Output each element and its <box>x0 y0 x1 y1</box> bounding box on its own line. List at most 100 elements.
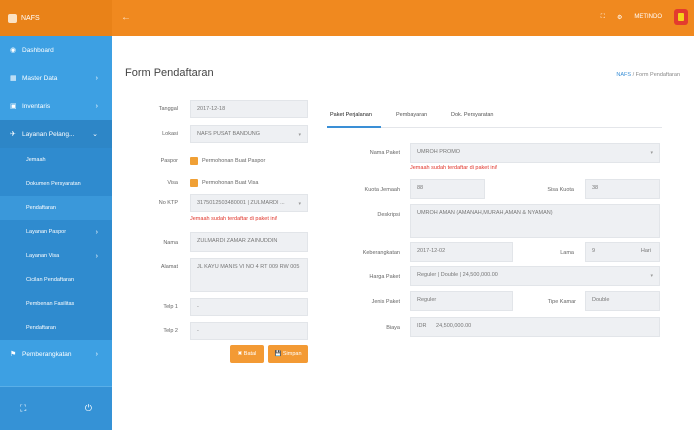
biaya-value: 24,500,000.00 <box>436 323 472 329</box>
harga-paket-label: Harga Paket <box>369 274 400 280</box>
paket-error-text: Jemaah sudah terdaftar di paket ini! <box>410 165 498 171</box>
paspor-checkbox[interactable] <box>190 157 198 165</box>
tab-dok-persyaratan[interactable]: Dok. Persyaratan <box>451 112 494 118</box>
sidebar-subitem-label: Layanan Visa <box>26 253 60 259</box>
top-bar: NAFS ← ⛶ ⚙ METINDO <box>0 0 694 36</box>
fullscreen-icon[interactable]: ⛶ <box>20 403 26 414</box>
breadcrumb-separator: / <box>632 72 635 78</box>
kuota-jemaah-label: Kuota Jemaah <box>364 187 400 193</box>
sidebar-item-label: Inventaris <box>22 102 51 110</box>
back-arrow-icon[interactable]: ← <box>121 12 131 23</box>
sidebar-item-dashboard[interactable]: ◉ Dashboard <box>0 36 112 64</box>
visa-checkbox[interactable] <box>190 179 198 187</box>
dashboard-icon: ◉ <box>10 47 17 54</box>
sidebar-subitem-paspor[interactable]: Layanan Paspor › <box>0 220 112 244</box>
sidebar-subitem-label: Jemaah <box>26 157 46 163</box>
lama-field[interactable]: 9 Hari <box>585 242 660 262</box>
sidebar-subitem-fasilitas[interactable]: Pembenan Fasilitas <box>0 292 112 316</box>
nama-field[interactable]: ZULMARDI ZAMAR ZAINUDDIN <box>190 232 308 252</box>
sidebar-subitem-visa[interactable]: Layanan Visa › <box>0 244 112 268</box>
visa-label: Visa <box>167 180 178 186</box>
tab-paket-perjalanan[interactable]: Paket Perjalanan <box>330 112 372 118</box>
keberangkatan-label: Keberangkatan <box>362 250 400 256</box>
harga-paket-value: Reguler | Double | 24,500,000.00 <box>417 272 498 278</box>
caret-down-icon: ▾ <box>298 201 301 207</box>
paspor-label: Paspor <box>160 158 178 164</box>
top-right-tools: ⛶ ⚙ METINDO <box>601 9 688 25</box>
tanggal-label: Tanggal <box>158 106 178 112</box>
biaya-field[interactable]: IDR 24,500,000.00 <box>410 317 660 337</box>
nama-label: Nama <box>163 240 178 246</box>
no-ktp-select[interactable]: 3175012503480001 | ZULMARDI ... ▾ <box>190 194 308 212</box>
sidebar-item-master-data[interactable]: ▦ Master Data › <box>0 64 112 92</box>
chevron-right-icon: › <box>95 228 98 236</box>
biaya-currency: IDR <box>417 323 427 329</box>
user-name[interactable]: METINDO <box>634 14 662 20</box>
sidebar-subitem-pendaftaran[interactable]: Pendaftaran <box>0 196 112 220</box>
grid-icon: ▦ <box>10 75 17 82</box>
no-ktp-value: 3175012503480001 | ZULMARDI ... <box>197 200 285 206</box>
chevron-right-icon: › <box>95 74 98 82</box>
gear-icon[interactable]: ⚙ <box>617 14 622 21</box>
sidebar-subitem-dokumen[interactable]: Dokumen Persyaratan <box>0 172 112 196</box>
paspor-option-label: Permohonan Buat Paspor <box>202 158 266 164</box>
nama-paket-value: UMROH PROMO <box>417 149 461 155</box>
sidebar-subitem-pendaftaran-2[interactable]: Pendaftaran <box>0 316 112 340</box>
deskripsi-textarea[interactable]: UMROH AMAN (AMANAH,MURAH,AMAN & NYAMAN) <box>410 204 660 238</box>
no-ktp-label: No KTP <box>158 200 178 206</box>
breadcrumb: NAFS / Form Pendaftaran <box>616 72 680 78</box>
lokasi-label: Lokasi <box>162 131 178 137</box>
batal-button[interactable]: ✖ Batal <box>230 345 264 363</box>
sidebar-item-layanan[interactable]: ✈ Layanan Pelang... ⌄ <box>0 120 112 148</box>
brand-logo-icon <box>674 9 688 25</box>
sidebar: ◉ Dashboard ▦ Master Data › ▣ Inventaris… <box>0 36 112 430</box>
sidebar-subitem-jemaah[interactable]: Jemaah <box>0 148 112 172</box>
power-icon[interactable]: ⏻ <box>85 403 92 414</box>
sidebar-subitem-cicilan[interactable]: Cicilan Pendaftaran <box>0 268 112 292</box>
chevron-right-icon: › <box>95 252 98 260</box>
sidebar-subitem-label: Layanan Paspor <box>26 229 67 235</box>
tipe-kamar-field[interactable]: Double <box>585 291 660 311</box>
kuota-jemaah-field[interactable]: 88 <box>410 179 485 199</box>
chevron-right-icon: › <box>95 350 98 358</box>
sidebar-item-pemberangkatan[interactable]: ⚑ Pemberangkatan › <box>0 340 112 368</box>
sisa-kuota-field[interactable]: 38 <box>585 179 660 199</box>
sidebar-item-label: Dashboard <box>22 46 54 54</box>
plane-icon: ✈ <box>10 131 16 138</box>
telp1-field[interactable]: - <box>190 298 308 316</box>
sidebar-item-label: Layanan Pelang... <box>22 130 75 138</box>
telp2-field[interactable]: - <box>190 322 308 340</box>
sidebar-subitem-label: Dokumen Persyaratan <box>26 181 81 187</box>
alamat-label: Alamat <box>160 264 178 270</box>
app-name: NAFS <box>21 14 40 22</box>
tab-pembayaran[interactable]: Pembayaran <box>396 112 427 118</box>
alamat-textarea[interactable]: JL KAYU MANIS VI NO 4 RT 009 RW 005 <box>190 258 308 292</box>
lama-value: 9 <box>592 248 596 254</box>
sidebar-footer: ⛶ ⏻ <box>0 386 112 430</box>
lama-unit: Hari <box>640 248 651 254</box>
active-tab-indicator <box>327 126 381 128</box>
nama-paket-select[interactable]: UMROH PROMO ▾ <box>410 143 660 163</box>
keberangkatan-field[interactable]: 2017-12-02 <box>410 242 513 262</box>
biaya-label: Biaya <box>386 325 400 331</box>
chevron-right-icon: › <box>95 102 98 110</box>
tipe-kamar-label: Tipe Kamar <box>547 299 576 305</box>
caret-down-icon: ▾ <box>298 132 301 138</box>
lokasi-value: NAFS PUSAT BANDUNG <box>197 131 261 137</box>
harga-paket-select[interactable]: Reguler | Double | 24,500,000.00 ▾ <box>410 266 660 286</box>
simpan-button[interactable]: 💾 Simpan <box>268 345 308 363</box>
tanggal-field[interactable]: 2017-12-18 <box>190 100 308 118</box>
page-title: Form Pendaftaran <box>125 67 214 79</box>
ktp-error-text: Jemaah sudah terdaftar di paket ini! <box>190 216 278 222</box>
box-icon: ▣ <box>10 103 17 110</box>
expand-icon[interactable]: ⛶ <box>601 14 605 21</box>
sidebar-item-inventaris[interactable]: ▣ Inventaris › <box>0 92 112 120</box>
app-logo[interactable]: NAFS <box>0 0 112 36</box>
lokasi-select[interactable]: NAFS PUSAT BANDUNG ▾ <box>190 125 308 143</box>
deskripsi-label: Deskripsi <box>377 212 400 218</box>
logo-icon <box>8 13 17 23</box>
sidebar-subitem-label: Pendaftaran <box>26 205 56 211</box>
breadcrumb-home[interactable]: NAFS <box>616 72 631 78</box>
sidebar-item-label: Pemberangkatan <box>22 350 72 358</box>
jenis-paket-field[interactable]: Reguler <box>410 291 513 311</box>
